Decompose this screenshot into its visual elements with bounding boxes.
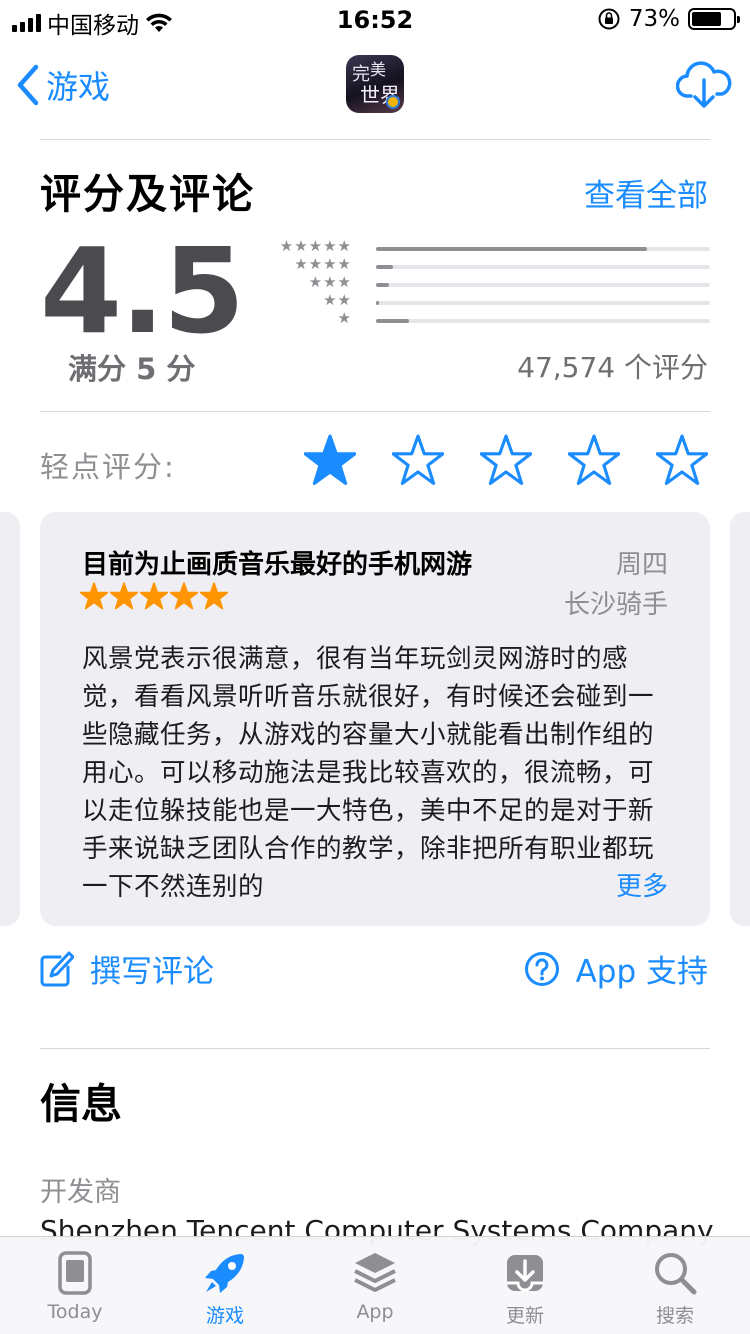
tab-label: App [356,1301,394,1323]
write-review-label: 撰写评论 [90,954,214,990]
battery-level [692,12,722,26]
tab-search[interactable]: 搜索 [600,1237,750,1334]
tab-apps[interactable]: App [300,1237,450,1334]
divider [40,411,710,412]
back-label: 游戏 [46,68,111,106]
developer-label: 开发商 [40,1177,121,1208]
tab-updates[interactable]: 更新 [450,1237,600,1334]
review-author: 长沙骑手 [563,590,668,620]
star-filled-icon[interactable] [304,434,356,486]
distribution-fill [376,265,393,269]
previous-review-card[interactable] [0,512,20,926]
distribution-fill [376,283,390,287]
distribution-track [376,319,710,323]
orientation-lock-icon [598,8,620,30]
tab-games[interactable]: 游戏 [150,1237,300,1334]
app-icon: 完 美 世界 [346,55,404,113]
nav-bar: 游戏 完 美 世界 [0,40,750,130]
review-rating [80,582,228,610]
distribution-stars: ★★★★★ [279,237,352,255]
distribution-stars: ★★★ [308,273,352,291]
distribution-track [376,265,710,269]
chevron-left-icon [17,64,39,106]
app-support-label: App 支持 [575,954,708,990]
tab-label: 更新 [505,1305,544,1327]
publisher-badge-icon [386,95,400,109]
tap-to-rate-label: 轻点评分: [40,450,176,484]
battery-icon [688,8,740,30]
distribution-fill [376,319,410,323]
question-circle-icon [524,951,559,986]
tab-label: 搜索 [655,1305,694,1327]
review-card[interactable]: 目前为止画质音乐最好的手机网游 周四 长沙骑手 风景党表示很满意，很有当年玩剑灵… [40,512,710,926]
star-outline-icon[interactable] [568,434,620,486]
star-filled-icon [110,582,138,610]
average-score: 4.5 [40,222,245,360]
distribution-track [376,301,710,305]
tab-today[interactable]: Today [0,1237,150,1334]
distribution-track [376,247,710,251]
tap-to-rate-stars [304,434,708,486]
back-button[interactable]: 游戏 [16,62,110,108]
rating-count: 47,574 个评分 [517,351,708,384]
next-review-card[interactable] [730,512,750,926]
download-tray-icon [507,1255,543,1292]
info-title: 信息 [40,1080,122,1128]
star-filled-icon [200,582,228,610]
write-review-button[interactable]: 撰写评论 [40,946,214,991]
today-icon [58,1251,92,1295]
cloud-download-icon[interactable] [676,60,732,110]
distribution-stars: ★ [337,309,352,327]
battery-percent: 73% [628,6,680,32]
distribution-track [376,283,710,287]
tab-bar: Today 游戏 App 更新 搜索 [0,1236,750,1334]
see-all-link[interactable]: 查看全部 [584,170,708,215]
out-of-label: 满分 5 分 [68,352,196,386]
compose-icon [40,951,74,986]
star-filled-icon [170,582,198,610]
rocket-icon [205,1254,244,1293]
distribution-row: ★ [262,309,712,330]
app-support-button[interactable]: App 支持 [524,946,708,991]
tab-label: Today [47,1301,103,1323]
divider [40,139,710,140]
app-icon-text: 美 [370,60,387,79]
star-outline-icon[interactable] [656,434,708,486]
search-icon [655,1253,697,1295]
status-right: 73% [597,6,740,32]
review-title: 目前为止画质音乐最好的手机网游 [82,550,473,580]
more-link[interactable]: 更多 [581,866,668,903]
star-outline-icon[interactable] [392,434,444,486]
distribution-stars: ★★ [323,291,352,309]
layers-icon [354,1253,396,1292]
star-filled-icon [80,582,108,610]
tab-label: 游戏 [205,1305,244,1327]
status-bar: 中国移动 16:52 73% [0,0,750,40]
star-outline-icon[interactable] [480,434,532,486]
distribution-row: ★★ [262,291,712,312]
distribution-stars: ★★★★ [294,255,352,273]
divider [40,1048,710,1049]
distribution-fill [376,247,647,251]
star-filled-icon [140,582,168,610]
distribution-fill [376,301,380,305]
ratings-title: 评分及评论 [40,170,255,218]
review-date: 周四 [615,550,668,580]
